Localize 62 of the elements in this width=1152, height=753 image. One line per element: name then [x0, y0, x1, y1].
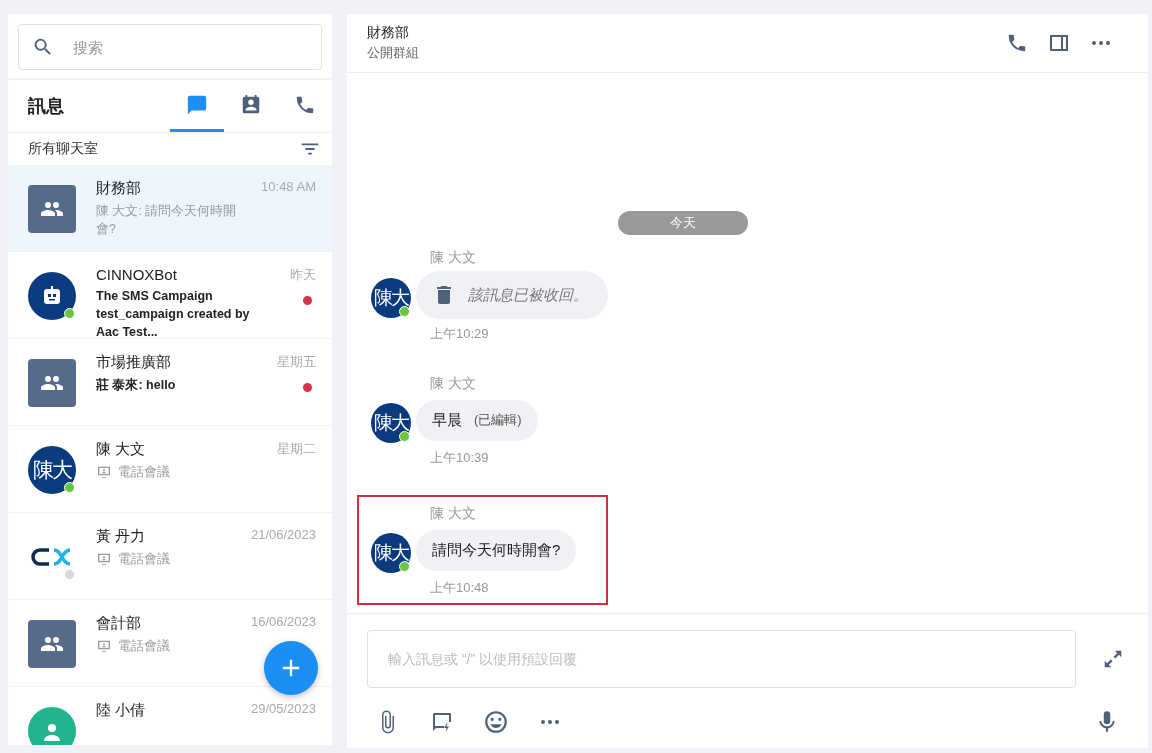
- online-status-dot: [399, 561, 410, 572]
- conversation-time: 星期二: [277, 440, 316, 458]
- contact-card-icon: [240, 93, 262, 116]
- conversation-name: 財務部: [96, 179, 142, 198]
- sender-name: 陳 大文: [430, 505, 477, 523]
- search-field[interactable]: 搜索: [18, 24, 322, 70]
- conversation-name: 陳 大文: [96, 440, 147, 459]
- section-title: 訊息: [28, 95, 65, 118]
- phone-icon: [1006, 32, 1028, 54]
- initials-avatar: 陳大: [28, 446, 76, 494]
- filter-label: 所有聊天室: [28, 140, 98, 158]
- quick-reply-icon: [430, 710, 454, 734]
- conversation-name: CINNOXBot: [96, 266, 178, 283]
- initials-avatar: 陳大: [371, 533, 411, 573]
- message-preview: 電話會議: [118, 551, 170, 568]
- message-preview: 電話會議: [118, 464, 170, 481]
- conversation-time: 16/06/2023: [250, 614, 316, 629]
- expand-icon: [1102, 648, 1124, 670]
- message-text: 該訊息已被收回。: [468, 285, 588, 305]
- message-preview: 莊 泰來: hello: [96, 377, 177, 394]
- conversation-name: 黃 丹力: [96, 527, 147, 546]
- date-divider: 今天: [617, 211, 748, 235]
- conversation-time: 29/05/2023: [250, 701, 316, 716]
- chat-icon: [186, 93, 208, 116]
- conversation-name: 市場推廣部: [96, 353, 172, 372]
- conversation-time: 星期五: [277, 353, 316, 371]
- meeting-icon: [96, 638, 112, 655]
- more-icon: [1092, 41, 1110, 45]
- conversation-name: 陸 小倩: [96, 701, 147, 720]
- message-time: 上午10:29: [430, 325, 490, 343]
- conversation-item[interactable]: 陳大 陳 大文 電話會議 星期二: [8, 426, 332, 513]
- message-preview: 陳 大文: 請問今天何時開會?: [96, 203, 238, 239]
- message-input[interactable]: 輸入訊息或 “/” 以使用預設回覆: [367, 630, 1076, 688]
- meeting-icon: [96, 464, 112, 481]
- message-preview: 電話會議: [118, 638, 170, 655]
- conversation-name: 會計部: [96, 614, 142, 633]
- conversation-item[interactable]: 市場推廣部 莊 泰來: hello 星期五: [8, 339, 332, 426]
- message-time: 上午10:48: [430, 579, 490, 597]
- chat-subtitle: 公開群組: [367, 45, 420, 62]
- new-chat-button[interactable]: [264, 641, 318, 695]
- message-preview: The SMS Campaign test_campaign created by Aac Test...: [96, 288, 251, 342]
- initials-avatar: 陳大: [371, 278, 411, 318]
- more-icon: [541, 720, 559, 724]
- conversation-item[interactable]: 黃 丹力 電話會議 21/06/2023: [8, 513, 332, 600]
- search-icon: [32, 36, 54, 58]
- conversation-time: 10:48 AM: [261, 179, 316, 194]
- sender-name: 陳 大文: [430, 249, 477, 267]
- conversation-item[interactable]: 財務部 陳 大文: 請問今天何時開會? 10:48 AM: [8, 165, 332, 252]
- emoji-icon: [483, 709, 509, 735]
- online-status-dot: [399, 306, 410, 317]
- edited-tag: (已編輯): [474, 411, 522, 429]
- conversation-time: 21/06/2023: [250, 527, 316, 542]
- conversation-item[interactable]: CINNOXBot The SMS Campaign test_campaign created by Aac Test... 昨天: [8, 252, 332, 339]
- sender-name: 陳 大文: [430, 375, 477, 393]
- conversation-time: 昨天: [290, 266, 316, 284]
- message-text: 早晨: [432, 410, 462, 430]
- meeting-icon: [96, 551, 112, 568]
- message-text: 請問今天何時開會?: [432, 540, 561, 560]
- chat-title: 財務部: [367, 24, 410, 42]
- message-time: 上午10:39: [430, 449, 490, 467]
- initials-avatar: 陳大: [371, 403, 411, 443]
- online-status-dot: [399, 431, 410, 442]
